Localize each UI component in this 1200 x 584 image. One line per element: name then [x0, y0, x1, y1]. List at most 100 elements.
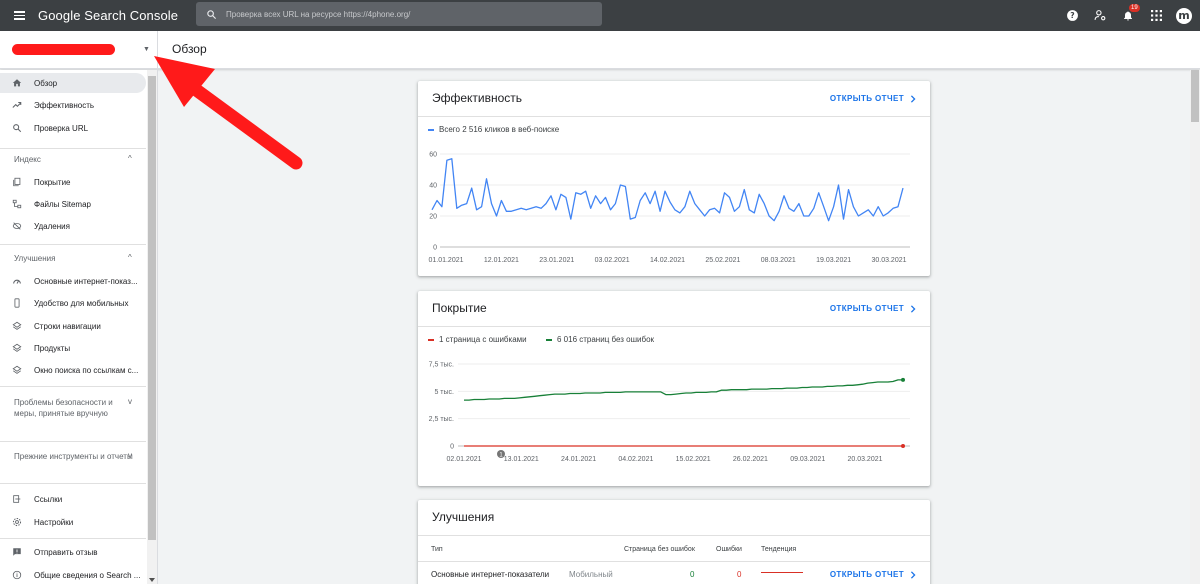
enhancements-open-report-link[interactable]: ОТКРЫТЬ ОТЧЕТ	[830, 570, 916, 579]
user-gear-icon	[1094, 10, 1105, 21]
main-scrollbar[interactable]	[1190, 70, 1200, 584]
notifications-button[interactable]: 19	[1114, 0, 1142, 31]
layers-icon	[0, 365, 34, 375]
section-index-header[interactable]: Индекс	[14, 154, 134, 165]
x-tick-label: 15.02.2021	[676, 456, 711, 463]
enhancements-card-title: Улучшения	[432, 510, 495, 524]
coverage-card: Покрытие ОТКРЫТЬ ОТЧЕТ 1 страница с ошиб…	[418, 291, 930, 486]
main-scroll-thumb[interactable]	[1191, 70, 1199, 122]
search-icon	[196, 9, 226, 20]
sidebar-item-sitemaps[interactable]: Файлы Sitemap	[0, 194, 146, 214]
sidebar-item-removals[interactable]: Удаления	[0, 216, 146, 236]
performance-card-title: Эффективность	[432, 91, 523, 105]
property-name-redacted	[12, 44, 115, 55]
sidebar-item-coverage[interactable]: Покрытие	[0, 172, 146, 192]
sidebar-item-label: Ссылки	[34, 494, 63, 504]
section-legacy-header[interactable]: Прежние инструменты и отчеты	[14, 451, 134, 462]
chevron-right-icon	[910, 94, 916, 103]
chevron-up-icon[interactable]: ^	[128, 253, 132, 262]
sidebar-item-mobile-usability[interactable]: Удобство для мобильных	[0, 293, 146, 313]
layers-icon	[0, 321, 34, 331]
help-button[interactable]: ?	[1058, 0, 1086, 31]
svg-text:?: ?	[1070, 11, 1074, 20]
search-input[interactable]	[226, 9, 586, 19]
sidebar-item-performance[interactable]: Эффективность	[0, 95, 146, 115]
notification-badge: 19	[1129, 4, 1140, 12]
chevron-right-icon	[910, 304, 916, 313]
sidebar-scrollbar[interactable]	[147, 70, 157, 584]
performance-chart[interactable]: 60 40 20 0 01.01.2021 12.01.2021 23.01.2021 03.…	[418, 126, 930, 276]
row-device: Мобильный	[569, 570, 613, 579]
x-tick-label: 04.02.2021	[618, 456, 653, 463]
sidebar-scroll-thumb[interactable]	[148, 76, 156, 540]
sidebar-item-url-inspection[interactable]: Проверка URL	[0, 118, 146, 138]
y-tick-label: 0	[433, 245, 437, 252]
apps-grid-icon	[1150, 10, 1162, 21]
row-valid-count: 0	[690, 570, 695, 579]
card-separator	[418, 535, 930, 536]
sidebar-item-products[interactable]: Продукты	[0, 338, 146, 358]
divider	[0, 483, 146, 484]
coverage-chart[interactable]: 7,5 тыс. 5 тыс. 2,5 тыс. 0 02.01.2021 13.01.2…	[418, 336, 930, 486]
chevron-down-icon[interactable]: v	[128, 397, 132, 406]
user-settings-button[interactable]	[1086, 0, 1114, 31]
y-tick-label: 40	[429, 183, 437, 190]
apps-button[interactable]	[1142, 0, 1170, 31]
property-selector[interactable]: ▼	[0, 31, 158, 68]
sidebar-item-breadcrumbs[interactable]: Строки навигации	[0, 316, 146, 336]
column-header-type: Тип	[431, 546, 443, 553]
x-tick-label: 25.02.2021	[705, 257, 740, 264]
menu-icon	[13, 11, 25, 20]
sidebar-item-label: Продукты	[34, 343, 71, 353]
sidebar-item-settings[interactable]: Настройки	[0, 512, 146, 532]
x-tick-label: 19.03.2021	[816, 257, 851, 264]
app-brand[interactable]: Google Search Console	[38, 8, 196, 23]
enhancements-card: Улучшения Тип Страница без ошибок Ошибки…	[418, 500, 930, 584]
sidebar-item-overview[interactable]: Обзор	[0, 73, 146, 93]
table-separator	[418, 561, 930, 562]
sitemap-icon	[0, 199, 34, 209]
sidebar-item-links[interactable]: Ссылки	[0, 489, 146, 509]
y-tick-label: 20	[429, 214, 437, 221]
open-report-label: ОТКРЫТЬ ОТЧЕТ	[829, 570, 904, 579]
card-separator	[418, 116, 930, 117]
sidebar-item-sitelinks-searchbox[interactable]: Окно поиска по ссылкам с...	[0, 360, 146, 380]
sidebar-item-core-web-vitals[interactable]: Основные интернет-показ...	[0, 271, 146, 291]
y-tick-label: 5 тыс.	[434, 389, 454, 396]
x-tick-label: 26.02.2021	[733, 456, 768, 463]
sidebar-item-label: Файлы Sitemap	[34, 199, 91, 209]
sidebar-item-label: Окно поиска по ссылкам с...	[34, 365, 139, 375]
coverage-icon	[0, 177, 34, 187]
sidebar: Обзор Эффективность Проверка URL Индекс …	[0, 70, 158, 584]
x-tick-label: 20.03.2021	[847, 456, 882, 463]
x-tick-label: 03.02.2021	[595, 257, 630, 264]
column-header-errors: Ошибки	[716, 546, 742, 553]
chevron-down-icon[interactable]: ▼	[143, 46, 150, 53]
page-title: Обзор	[172, 42, 207, 56]
feedback-icon	[0, 547, 34, 557]
sidebar-item-feedback[interactable]: Отправить отзыв	[0, 542, 146, 562]
sidebar-item-label: Эффективность	[34, 100, 95, 110]
x-tick-label: 24.01.2021	[561, 456, 596, 463]
row-trend-sparkline	[761, 572, 803, 573]
x-tick-label: 14.02.2021	[650, 257, 685, 264]
sidebar-item-label: Настройки	[34, 517, 74, 527]
performance-open-report-link[interactable]: ОТКРЫТЬ ОТЧЕТ	[830, 94, 916, 103]
series-end-point	[901, 377, 905, 382]
menu-button[interactable]	[0, 0, 38, 31]
coverage-open-report-link[interactable]: ОТКРЫТЬ ОТЧЕТ	[830, 304, 916, 313]
url-inspection-search[interactable]	[196, 2, 602, 26]
series-end-point	[901, 443, 905, 448]
section-enhancements-header[interactable]: Улучшения	[14, 253, 134, 264]
scroll-down-arrow[interactable]	[149, 578, 155, 582]
column-header-valid: Страница без ошибок	[624, 546, 695, 553]
chevron-up-icon[interactable]: ^	[128, 154, 132, 163]
vitals-icon	[0, 276, 34, 286]
sidebar-item-about[interactable]: Общие сведения о Search ...	[0, 565, 146, 584]
info-icon	[0, 570, 34, 580]
section-security-header[interactable]: Проблемы безопасности и меры, принятые в…	[14, 397, 134, 419]
chevron-down-icon[interactable]: v	[128, 451, 132, 460]
account-avatar[interactable]: m	[1176, 7, 1192, 24]
x-tick-label: 09.03.2021	[790, 456, 825, 463]
divider	[0, 148, 146, 149]
